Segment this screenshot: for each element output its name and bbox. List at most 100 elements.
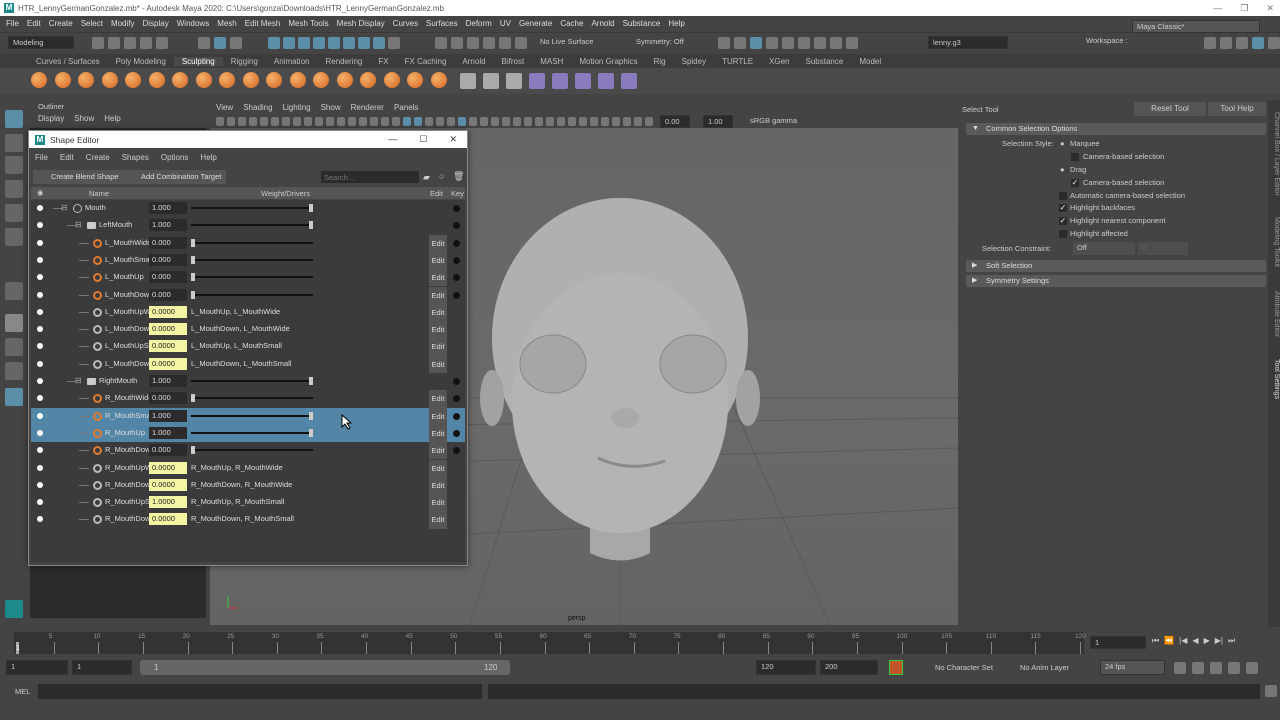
- timeline-track[interactable]: 5 10 15 20 25 30 35 40 45 50 55 60 65 70 75 80 85 90 95 100…: [14, 632, 1086, 654]
- weight-slider-handle[interactable]: [309, 221, 313, 230]
- restore-icon[interactable]: ❐: [1240, 0, 1248, 16]
- snap-curve-icon[interactable]: [283, 37, 295, 49]
- viewport-tool-icon[interactable]: [249, 116, 257, 126]
- edit-button[interactable]: Edit: [429, 338, 447, 356]
- shelf-tool-icon[interactable]: [460, 73, 476, 89]
- tab-tool-settings[interactable]: Tool Settings: [1268, 354, 1280, 404]
- menu-file[interactable]: File: [6, 19, 19, 28]
- weight-slider-track[interactable]: [191, 207, 313, 209]
- shape-row[interactable]: L_MouthSmall 0.000 Edit: [31, 251, 465, 270]
- viewport-tool-icon[interactable]: [304, 116, 312, 126]
- menu-surfaces[interactable]: Surfaces: [426, 19, 458, 28]
- weight-field[interactable]: 0.000: [149, 271, 187, 284]
- close-icon[interactable]: ✕: [449, 131, 457, 147]
- head-model[interactable]: [480, 198, 760, 561]
- sculpt-brush-icon[interactable]: [289, 72, 306, 88]
- redo-icon[interactable]: [156, 37, 168, 49]
- key-icon[interactable]: [453, 256, 460, 264]
- sculpt-brush-icon[interactable]: [383, 72, 400, 88]
- visibility-toggle[interactable]: [37, 239, 43, 246]
- lock-icon[interactable]: [388, 37, 400, 49]
- gamma-field[interactable]: 1.00: [703, 114, 733, 128]
- menu-mesh-tools[interactable]: Mesh Tools: [288, 19, 328, 28]
- auto-camera-checkbox[interactable]: [1059, 192, 1067, 200]
- visibility-toggle[interactable]: [37, 343, 43, 350]
- shelf-tab-motion-graphics[interactable]: Motion Graphics: [571, 57, 645, 66]
- weight-field[interactable]: 0.0000: [149, 478, 187, 491]
- brush-icon[interactable]: [5, 282, 23, 300]
- tool-help-button[interactable]: Tool Help: [1208, 102, 1266, 116]
- shape-row[interactable]: L_MouthDown 0.000 Edit: [31, 286, 465, 304]
- shape-editor-titlebar[interactable]: M Shape Editor — ☐ ✕: [29, 131, 467, 148]
- key-icon[interactable]: [453, 239, 460, 247]
- viewport-tool-icon[interactable]: [381, 116, 389, 126]
- key-icon[interactable]: [453, 429, 460, 437]
- shape-row[interactable]: ⊟ RightMouth 1.000: [31, 373, 465, 390]
- section-common-selection[interactable]: ▼ Common Selection Options: [966, 123, 1266, 135]
- weight-slider-track[interactable]: [191, 380, 313, 382]
- expand-toggle-icon[interactable]: ⊟: [61, 203, 68, 212]
- constraint-number-field[interactable]: 0: [1138, 242, 1188, 255]
- section-soft-selection[interactable]: ▶ Soft Selection: [966, 260, 1266, 272]
- weight-field[interactable]: 1.000: [149, 409, 187, 422]
- viewport-tool-icon[interactable]: [348, 116, 356, 126]
- viewport-menu-view[interactable]: View: [216, 103, 233, 112]
- weight-slider-track[interactable]: [191, 293, 313, 296]
- sculpt-brush-icon[interactable]: [78, 72, 94, 88]
- viewport-tool-icon[interactable]: [359, 116, 367, 126]
- sculpt-brush-icon[interactable]: [148, 72, 165, 88]
- sculpt-brush-icon[interactable]: [430, 72, 447, 88]
- character-set-dropdown[interactable]: No Character Set: [935, 663, 993, 672]
- shape-menu-shapes[interactable]: Shapes: [122, 153, 149, 162]
- edit-button[interactable]: Edit: [429, 442, 447, 460]
- weight-slider-handle[interactable]: [309, 377, 313, 385]
- trash-icon[interactable]: 🗑: [453, 171, 464, 182]
- weight-field[interactable]: 1.0000: [149, 496, 187, 509]
- viewport-tool-icon[interactable]: [447, 116, 455, 126]
- visibility-toggle[interactable]: [37, 291, 43, 298]
- viewport-menu-panels[interactable]: Panels: [394, 103, 418, 112]
- shape-row[interactable]: ⊟ Mouth 1.000: [31, 200, 465, 217]
- exposure-field[interactable]: 0.00: [660, 114, 690, 128]
- tool-settings-icon[interactable]: [1252, 37, 1264, 49]
- minimize-icon[interactable]: —: [1213, 0, 1222, 16]
- edit-button[interactable]: Edit: [429, 407, 447, 425]
- shelf-tool-icon[interactable]: [575, 73, 591, 89]
- visibility-toggle[interactable]: [37, 274, 43, 281]
- command-language[interactable]: MEL: [15, 687, 30, 696]
- end-time-field[interactable]: 200: [820, 660, 878, 675]
- column-name[interactable]: Name: [89, 189, 109, 198]
- key-icon[interactable]: [453, 205, 460, 212]
- shape-row[interactable]: R_MouthSmall1.000 Edit: [31, 407, 465, 425]
- key-icon[interactable]: [453, 395, 460, 403]
- select-hierarchy-icon[interactable]: [198, 37, 210, 49]
- sculpt-brush-icon[interactable]: [242, 72, 259, 88]
- weight-slider-track[interactable]: [191, 414, 313, 417]
- start-time-field[interactable]: 1: [6, 660, 68, 675]
- shelf-tool-icon[interactable]: [529, 73, 545, 89]
- weight-field[interactable]: 0.0000: [149, 305, 187, 318]
- viewport-tool-icon[interactable]: [392, 116, 400, 126]
- weight-slider-handle[interactable]: [191, 238, 195, 247]
- viewport-tool-icon[interactable]: [260, 116, 268, 126]
- shelf-tab-rigging[interactable]: Rigging: [223, 57, 266, 66]
- viewport-tool-icon[interactable]: [469, 116, 477, 126]
- shelf-tab-substance[interactable]: Substance: [798, 57, 852, 66]
- menu-curves[interactable]: Curves: [393, 19, 418, 28]
- edit-button[interactable]: Edit: [429, 321, 447, 339]
- viewport-tool-icon[interactable]: [315, 116, 323, 126]
- menu-set-dropdown[interactable]: Modeling: [8, 36, 74, 49]
- visibility-toggle[interactable]: [37, 412, 43, 419]
- weight-field[interactable]: 0.0000: [149, 340, 187, 353]
- weight-field[interactable]: 0.000: [149, 236, 187, 249]
- snap-surface-icon[interactable]: [328, 37, 340, 49]
- sculpt-brush-icon[interactable]: [195, 72, 212, 88]
- visibility-toggle[interactable]: [37, 256, 43, 263]
- save-scene-icon[interactable]: [124, 37, 136, 49]
- tab-modeling-toolkit[interactable]: Modeling Toolkit: [1268, 210, 1280, 274]
- outliner-menu-help[interactable]: Help: [104, 114, 120, 123]
- minimize-icon[interactable]: —: [388, 131, 397, 147]
- shape-row[interactable]: R_MouthDownSmall0.0000 R_MouthDown, R_Mou…: [31, 511, 465, 529]
- single-view-icon[interactable]: [5, 314, 23, 332]
- sculpt-brush-icon[interactable]: [125, 72, 141, 88]
